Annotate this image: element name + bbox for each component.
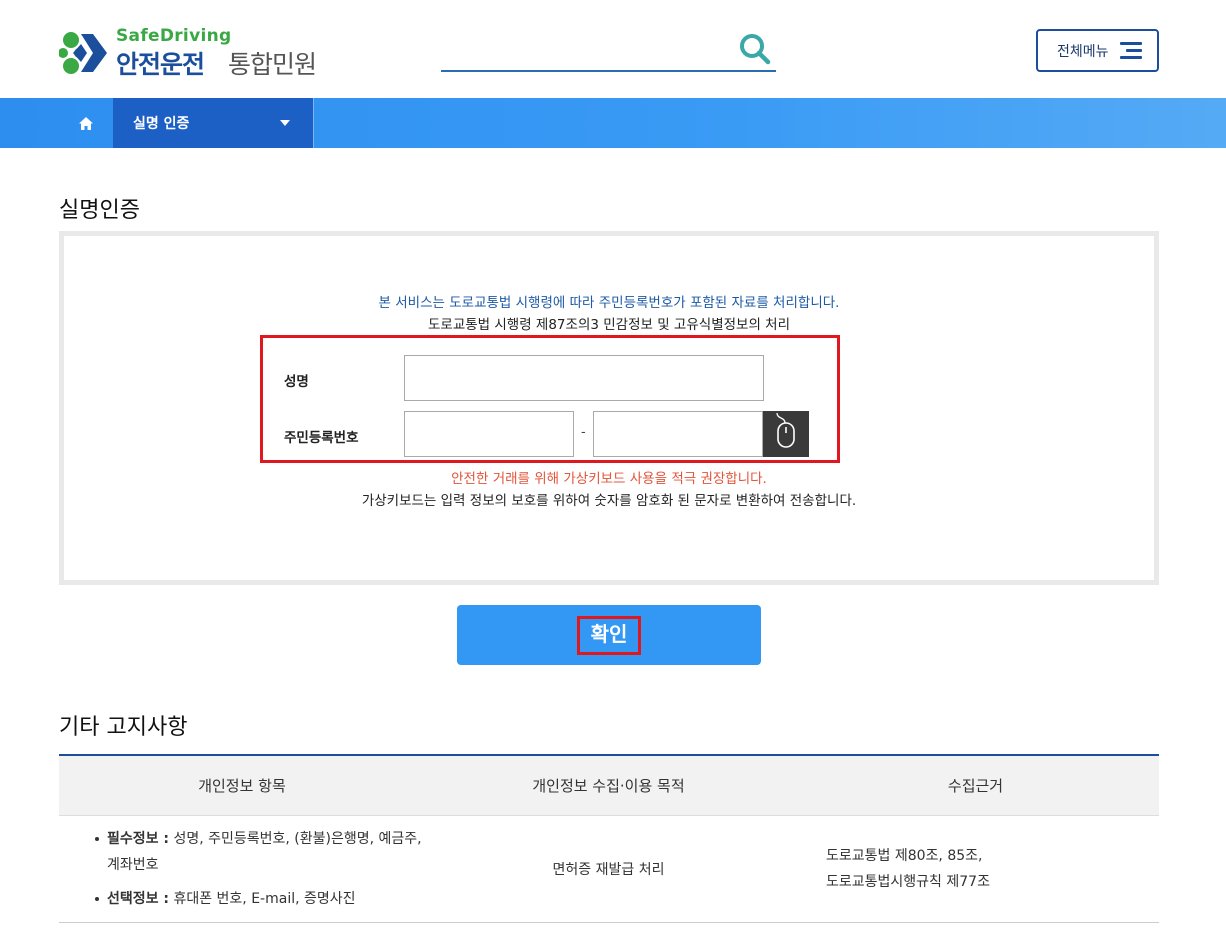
nav-bar: 실명 인증 (0, 98, 1226, 148)
logo-english: SafeDriving (116, 26, 232, 46)
identity-form: 성명 주민등록번호 - (260, 335, 840, 463)
nav-dropdown-label: 실명 인증 (133, 116, 190, 132)
required-label: 필수정보 : (107, 830, 169, 847)
basis-line-2: 도로교통법시행규칙 제77조 (826, 873, 990, 890)
optional-label: 선택정보 : (107, 890, 169, 907)
confirm-button[interactable]: 확인 (457, 605, 761, 665)
list-item-required: 필수정보 : 성명, 주민등록번호, (환불)은행명, 예금주, 계좌번호 (93, 826, 425, 878)
full-menu-button[interactable]: 전체메뉴 (1036, 29, 1159, 72)
privacy-table: 개인정보 항목 개인정보 수집·이용 목적 수집근거 필수정보 : 성명, 주민… (59, 754, 1159, 923)
optional-text: 휴대폰 번호, E-mail, 증명사진 (169, 890, 356, 907)
service-notice: 본 서비스는 도로교통법 시행령에 따라 주민등록번호가 포함된 자료를 처리합… (378, 295, 840, 311)
table-header-row: 개인정보 항목 개인정보 수집·이용 목적 수집근거 (59, 755, 1159, 816)
header-personal-info-items: 개인정보 항목 (59, 755, 425, 816)
rrn-dash: - (581, 425, 586, 440)
rrn-front-field[interactable] (404, 411, 574, 457)
virtual-keyboard-button[interactable] (763, 411, 809, 457)
confirm-label: 확인 (576, 615, 642, 655)
logo-korean: 통합민원 (228, 50, 317, 79)
caret-down-icon (280, 120, 290, 126)
home-button[interactable] (59, 98, 113, 148)
items-list: 필수정보 : 성명, 주민등록번호, (환불)은행명, 예금주, 계좌번호 선택… (59, 816, 425, 922)
rrn-back-field[interactable] (593, 411, 763, 457)
site-logo[interactable]: SafeDriving 안전운전 통합민원 (58, 26, 346, 79)
list-item-optional: 선택정보 : 휴대폰 번호, E-mail, 증명사진 (93, 886, 425, 912)
basis-cell: 도로교통법 제80조, 85조, 도로교통법시행규칙 제77조 (792, 815, 1159, 923)
header-purpose: 개인정보 수집·이용 목적 (425, 755, 792, 816)
table-row: 필수정보 : 성명, 주민등록번호, (환불)은행명, 예금주, 계좌번호 선택… (59, 815, 1159, 923)
home-icon (79, 116, 93, 130)
full-menu-label: 전체메뉴 (1057, 43, 1109, 60)
clover-logo-icon (58, 30, 109, 76)
site-header: SafeDriving 안전운전 통합민원 전체메뉴 (0, 0, 1226, 98)
search-bar (441, 28, 776, 72)
notices-title: 기타 고지사항 (59, 715, 188, 740)
basis-line-1: 도로교통법 제80조, 85조, (826, 847, 983, 864)
search-input[interactable] (441, 34, 731, 66)
search-icon[interactable] (738, 32, 772, 66)
auth-panel: 본 서비스는 도로교통법 시행령에 따라 주민등록번호가 포함된 자료를 처리합… (59, 231, 1159, 585)
name-label: 성명 (284, 374, 309, 390)
mouse-icon (776, 412, 795, 448)
name-field[interactable] (404, 355, 764, 401)
keyboard-warning: 안전한 거래를 위해 가상키보드 사용을 적극 권장합니다. (451, 471, 767, 487)
nav-dropdown-current[interactable]: 실명 인증 (113, 98, 314, 148)
hamburger-icon (1120, 42, 1142, 60)
logo-text: SafeDriving 안전운전 통합민원 (116, 26, 346, 79)
logo-korean-bold: 안전운전 (116, 50, 205, 79)
page-title: 실명인증 (59, 198, 140, 223)
purpose-cell: 면허증 재발급 처리 (425, 815, 792, 923)
rrn-label: 주민등록번호 (284, 430, 359, 446)
header-basis: 수집근거 (792, 755, 1159, 816)
items-cell: 필수정보 : 성명, 주민등록번호, (환불)은행명, 예금주, 계좌번호 선택… (59, 815, 425, 923)
legal-basis-notice: 도로교통법 시행령 제87조의3 민감정보 및 고유식별정보의 처리 (427, 317, 790, 333)
keyboard-info: 가상키보드는 입력 정보의 보호를 위하여 숫자를 암호화 된 문자로 변환하여… (361, 493, 857, 509)
